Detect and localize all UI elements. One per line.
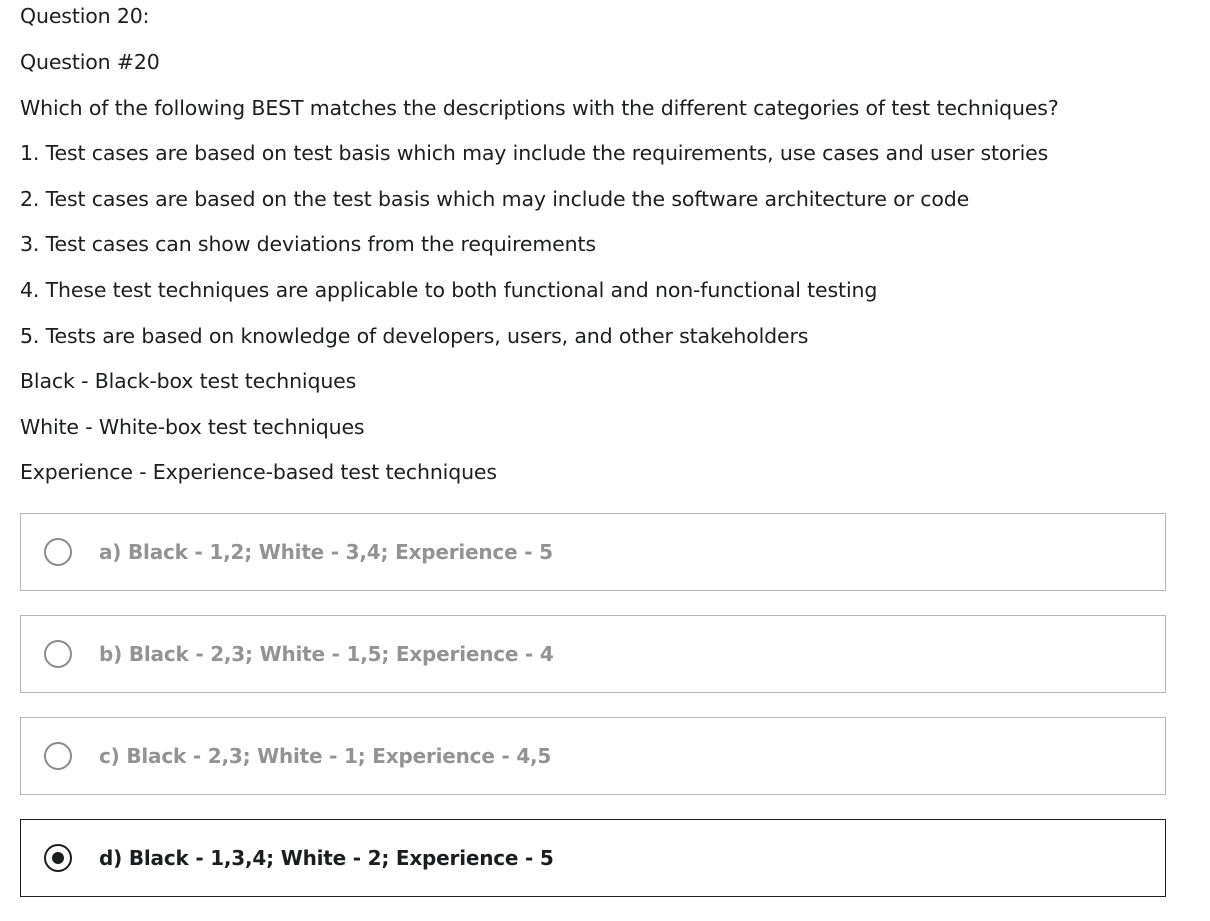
answer-label-c: c) Black - 2,3; White - 1; Experience - … — [99, 744, 552, 768]
answer-label-d: d) Black - 1,3,4; White - 2; Experience … — [99, 846, 554, 870]
answer-label-b: b) Black - 2,3; White - 1,5; Experience … — [99, 642, 554, 666]
question-prompt: Which of the following BEST matches the … — [20, 96, 1059, 120]
answer-label-a: a) Black - 1,2; White - 3,4; Experience … — [99, 540, 553, 564]
answer-option-c[interactable]: c) Black - 2,3; White - 1; Experience - … — [20, 717, 1166, 795]
answer-option-b[interactable]: b) Black - 2,3; White - 1,5; Experience … — [20, 615, 1166, 693]
statement-3: 3. Test cases can show deviations from t… — [20, 232, 596, 256]
legend-experience: Experience - Experience-based test techn… — [20, 460, 497, 484]
question-number: Question #20 — [20, 50, 160, 74]
radio-button-a[interactable] — [44, 538, 72, 566]
radio-button-b[interactable] — [44, 640, 72, 668]
answer-options: a) Black - 1,2; White - 3,4; Experience … — [20, 513, 1166, 921]
question-header: Question 20: — [20, 4, 150, 28]
legend-black: Black - Black-box test techniques — [20, 369, 357, 393]
legend-white: White - White-box test techniques — [20, 415, 365, 439]
radio-button-d[interactable] — [44, 844, 72, 872]
answer-option-d[interactable]: d) Black - 1,3,4; White - 2; Experience … — [20, 819, 1166, 897]
statement-2: 2. Test cases are based on the test basi… — [20, 187, 970, 211]
statement-1: 1. Test cases are based on test basis wh… — [20, 141, 1049, 165]
statement-5: 5. Tests are based on knowledge of devel… — [20, 324, 809, 348]
answer-option-a[interactable]: a) Black - 1,2; White - 3,4; Experience … — [20, 513, 1166, 591]
radio-button-c[interactable] — [44, 742, 72, 770]
radio-dot-icon — [52, 852, 64, 864]
statement-4: 4. These test techniques are applicable … — [20, 278, 878, 302]
